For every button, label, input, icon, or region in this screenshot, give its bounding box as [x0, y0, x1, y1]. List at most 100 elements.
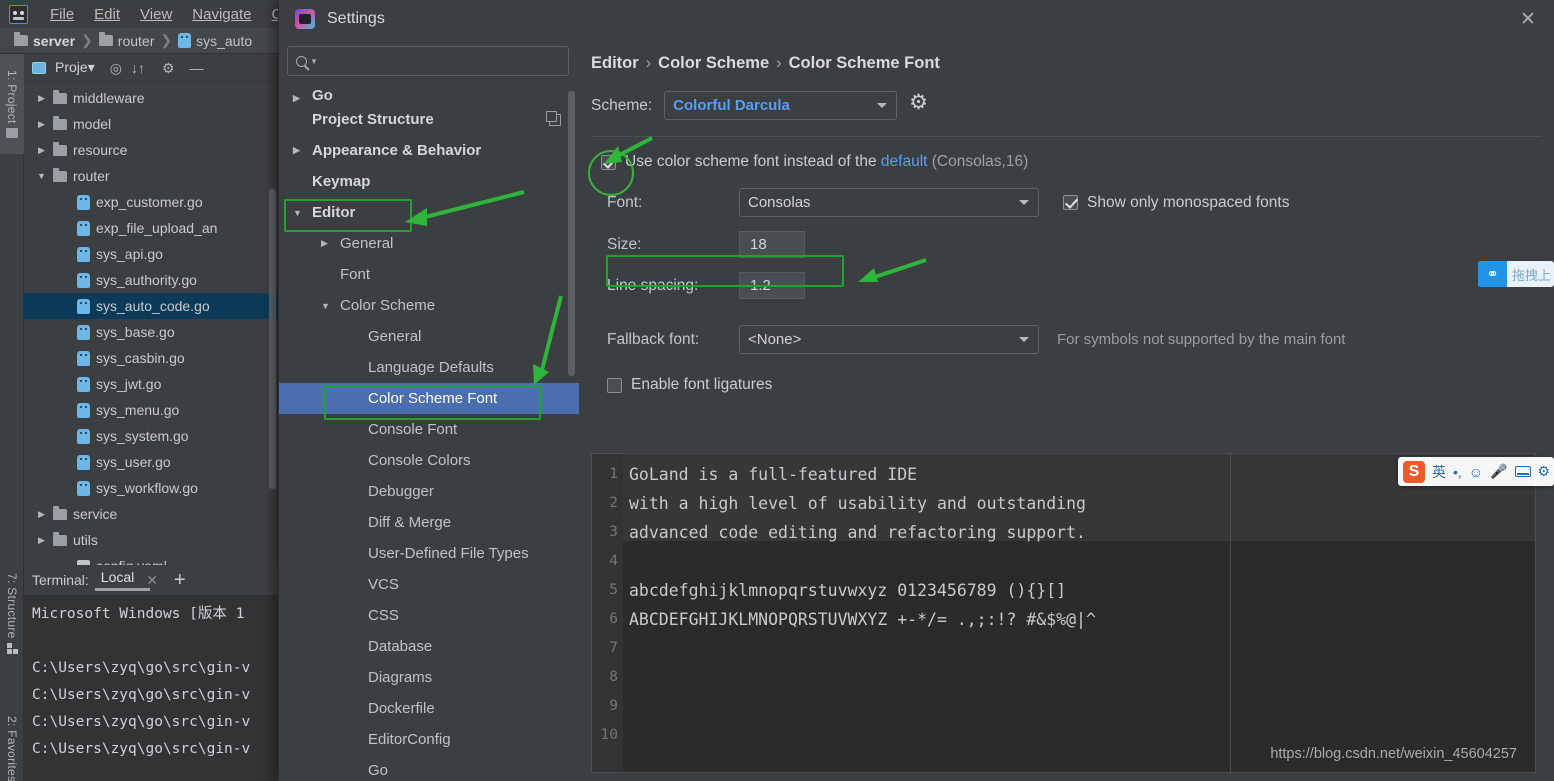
breadcrumb-item-router[interactable]: router — [97, 33, 157, 49]
tree-row[interactable]: ▶sys_auto_code.go — [24, 293, 277, 319]
ligatures-checkbox[interactable] — [607, 378, 622, 393]
breadcrumb-item-server[interactable]: server — [12, 33, 77, 49]
project-file-tree[interactable]: ▶middleware▶model▶resource▼router▶exp_cu… — [24, 82, 277, 579]
tree-row[interactable]: ▶utils — [24, 527, 277, 553]
tree-row[interactable]: ▶resource — [24, 137, 277, 163]
emoji-icon[interactable]: ☺ — [1469, 464, 1483, 480]
locate-icon[interactable]: ◎ — [110, 61, 122, 75]
tree-row[interactable]: ▶sys_authority.go — [24, 267, 277, 293]
settings-category-console-colors[interactable]: ▶Console Colors — [279, 445, 579, 476]
tool-button-project[interactable]: 1: Project — [0, 54, 24, 154]
default-font-link[interactable]: default — [881, 153, 928, 170]
size-input[interactable]: 18 — [739, 231, 805, 258]
chevron-right-icon[interactable]: ▶ — [321, 238, 333, 249]
settings-category-diff-merge[interactable]: ▶Diff & Merge — [279, 507, 579, 538]
go-file-icon — [77, 325, 90, 340]
settings-category-console-font[interactable]: ▶Console Font — [279, 414, 579, 445]
settings-category-tree[interactable]: ▶Go▶Project Structure▶Appearance & Behav… — [279, 88, 579, 781]
tool-button-structure[interactable]: 7: Structure — [0, 546, 24, 681]
menu-file[interactable]: File — [40, 4, 84, 25]
settings-category-appearance-behavior[interactable]: ▶Appearance & Behavior — [279, 135, 579, 166]
menu-edit[interactable]: Edit — [84, 4, 130, 25]
settings-category-project-structure[interactable]: ▶Project Structure — [279, 104, 579, 135]
settings-category-dockerfile[interactable]: ▶Dockerfile — [279, 693, 579, 724]
tree-row[interactable]: ▶sys_user.go — [24, 449, 277, 475]
show-monospaced-checkbox[interactable] — [1063, 195, 1078, 210]
chevron-down-icon[interactable]: ▼ — [293, 208, 305, 218]
font-dropdown[interactable]: Consolas — [739, 188, 1039, 217]
keyboard-icon[interactable] — [1515, 466, 1531, 477]
settings-category-scrollbar[interactable] — [568, 91, 575, 376]
project-tree-scrollbar[interactable] — [269, 189, 276, 489]
tree-row[interactable]: ▶sys_menu.go — [24, 397, 277, 423]
ime-mode-label[interactable]: 英 — [1432, 462, 1446, 482]
settings-category-css[interactable]: ▶CSS — [279, 600, 579, 631]
chevron-right-icon[interactable]: ▶ — [36, 93, 47, 104]
settings-category-go[interactable]: ▶Go — [279, 755, 579, 781]
settings-category-vcs[interactable]: ▶VCS — [279, 569, 579, 600]
netdisk-upload-label: 拖拽上 — [1507, 265, 1551, 284]
tree-row[interactable]: ▶sys_system.go — [24, 423, 277, 449]
close-icon[interactable]: ✕ — [146, 572, 158, 589]
settings-category-font[interactable]: ▶Font — [279, 259, 579, 290]
settings-category-language-defaults[interactable]: ▶Language Defaults — [279, 352, 579, 383]
copy-icon[interactable] — [549, 114, 561, 126]
settings-category-database[interactable]: ▶Database — [279, 631, 579, 662]
chevron-right-icon[interactable]: ▶ — [36, 509, 47, 520]
toolbox-icon[interactable]: ⚙ — [1538, 463, 1551, 480]
chevron-right-icon[interactable]: ▶ — [293, 145, 305, 156]
tree-row[interactable]: ▼router — [24, 163, 277, 189]
sogou-ime-toolbar[interactable]: S 英 •, ☺ 🎤 ⚙ — [1398, 457, 1554, 486]
tree-row[interactable]: ▶sys_workflow.go — [24, 475, 277, 501]
settings-category-editor[interactable]: ▼Editor — [279, 197, 579, 228]
settings-category-general[interactable]: ▶General — [279, 321, 579, 352]
breadcrumb-item-file[interactable]: sys_auto — [176, 33, 254, 49]
netdisk-upload-widget[interactable]: ⚭ 拖拽上 — [1478, 261, 1554, 287]
tree-row[interactable]: ▶middleware — [24, 85, 277, 111]
tree-row[interactable]: ▶exp_file_upload_an — [24, 215, 277, 241]
microphone-icon[interactable]: 🎤 — [1490, 463, 1507, 480]
settings-category-color-scheme-font[interactable]: ▶Color Scheme Font — [279, 383, 579, 414]
search-input[interactable] — [322, 53, 560, 69]
settings-category-color-scheme[interactable]: ▼Color Scheme — [279, 290, 579, 321]
tree-row[interactable]: ▶sys_base.go — [24, 319, 277, 345]
settings-category-diagrams[interactable]: ▶Diagrams — [279, 662, 579, 693]
scheme-settings-gear-icon[interactable] — [909, 97, 927, 115]
settings-category-debugger[interactable]: ▶Debugger — [279, 476, 579, 507]
tree-row[interactable]: ▶sys_api.go — [24, 241, 277, 267]
chevron-down-icon[interactable]: ▼ — [36, 171, 47, 181]
close-icon[interactable]: ✕ — [1510, 5, 1546, 33]
menu-navigate[interactable]: Navigate — [182, 4, 261, 25]
chevron-right-icon[interactable]: ▶ — [36, 145, 47, 156]
settings-category-user-defined-file-types[interactable]: ▶User-Defined File Types — [279, 538, 579, 569]
fallback-font-dropdown[interactable]: <None> — [739, 325, 1039, 354]
settings-category-go[interactable]: ▶Go — [279, 88, 579, 104]
scheme-dropdown[interactable]: Colorful Darcula — [664, 91, 897, 120]
tool-button-favorites[interactable]: 2: Favorites — [0, 694, 24, 781]
chevron-right-icon[interactable]: ▶ — [36, 535, 47, 546]
add-terminal-button[interactable]: + — [174, 570, 186, 590]
chevron-down-icon[interactable]: ▼ — [321, 301, 333, 311]
collapse-all-icon[interactable]: ↓↑ — [131, 61, 145, 75]
line-spacing-input[interactable]: 1.2 — [739, 272, 805, 299]
terminal-tab-local[interactable]: Local — [99, 569, 136, 591]
terminal-output[interactable]: Microsoft Windows [版本 1 C:\Users\zyq\go\… — [24, 595, 278, 781]
punctuation-icon[interactable]: •, — [1453, 464, 1462, 480]
chevron-right-icon[interactable]: ▶ — [293, 93, 305, 104]
use-scheme-font-checkbox[interactable] — [601, 155, 616, 170]
menu-view[interactable]: View — [130, 4, 182, 25]
settings-category-label: Diff & Merge — [368, 514, 451, 531]
tree-row[interactable]: ▶exp_customer.go — [24, 189, 277, 215]
tree-row[interactable]: ▶sys_jwt.go — [24, 371, 277, 397]
font-preview-editor[interactable]: 1GoLand is a full-featured IDE2with a hi… — [591, 453, 1536, 773]
gear-icon[interactable]: ⚙ — [162, 61, 175, 75]
tree-row[interactable]: ▶service — [24, 501, 277, 527]
chevron-right-icon[interactable]: ▶ — [36, 119, 47, 130]
tree-row[interactable]: ▶sys_casbin.go — [24, 345, 277, 371]
settings-category-general[interactable]: ▶General — [279, 228, 579, 259]
settings-category-editorconfig[interactable]: ▶EditorConfig — [279, 724, 579, 755]
hide-icon[interactable]: — — [190, 61, 204, 75]
settings-category-keymap[interactable]: ▶Keymap — [279, 166, 579, 197]
settings-search-box[interactable]: ▼ — [287, 46, 569, 76]
tree-row[interactable]: ▶model — [24, 111, 277, 137]
